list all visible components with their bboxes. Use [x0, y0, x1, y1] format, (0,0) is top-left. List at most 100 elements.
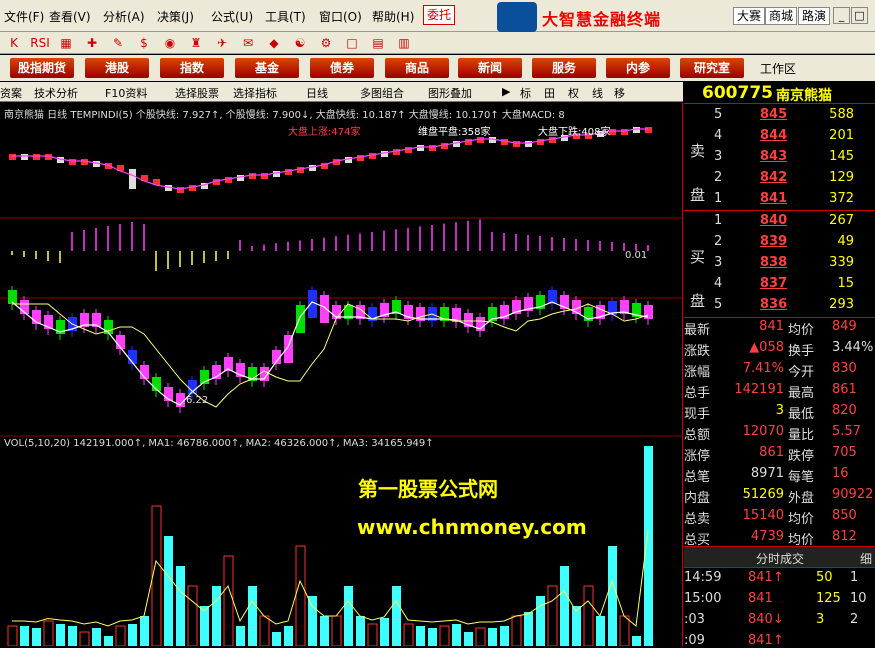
contest-button[interactable]: 大赛 — [733, 7, 766, 25]
workzone-label[interactable]: 工作区 — [760, 60, 796, 77]
toolbar-icon-1[interactable]: RSI — [30, 34, 50, 52]
toolbar-icon-4[interactable]: ✎ — [108, 34, 128, 52]
subbar-item-10[interactable]: 田 — [544, 85, 555, 101]
sellbook-level: 2 — [714, 170, 723, 185]
toolbar-icon-0[interactable]: K — [4, 34, 24, 52]
maximize-icon[interactable]: □ — [851, 7, 868, 24]
buybook-label-0: 买 — [690, 248, 706, 266]
volume-bar — [511, 615, 522, 646]
panel-separator — [684, 210, 875, 211]
tab-futures[interactable]: 股指期货 — [10, 58, 74, 78]
trade-button[interactable]: 委托 — [423, 5, 455, 25]
toolbar-icon-2[interactable]: ▦ — [56, 34, 76, 52]
subbar-item-3[interactable]: 选择股票 — [175, 85, 219, 101]
tab-commodity[interactable]: 商品 — [385, 58, 449, 78]
toolbar-icon-13[interactable]: □ — [342, 34, 362, 52]
tab-bond[interactable]: 债券 — [310, 58, 374, 78]
volume-bar — [356, 616, 365, 646]
top-candle — [237, 175, 244, 181]
stock-code: 600775 — [702, 83, 773, 103]
subbar-item-1[interactable]: 技术分析 — [34, 85, 78, 101]
top-candle — [453, 141, 460, 147]
stat-cell: 812 — [832, 529, 857, 544]
tab-news[interactable]: 新闻 — [458, 58, 522, 78]
subbar-item-6[interactable]: 多图组合 — [360, 85, 404, 101]
ticks-detail-tab[interactable]: 细 — [860, 550, 872, 567]
volume-bar — [464, 632, 473, 646]
subbar-item-0[interactable]: 资案 — [0, 85, 22, 101]
volume-ma — [12, 530, 649, 627]
subbar-item-7[interactable]: 图形叠加 — [428, 85, 472, 101]
tab-research[interactable]: 研究室 — [680, 58, 744, 78]
toolbar-icon-5[interactable]: $ — [134, 34, 154, 52]
menu-analysis[interactable]: 分析(A) — [103, 8, 145, 25]
main-ma-fast — [11, 301, 649, 406]
sellbook-price[interactable]: 844 — [760, 128, 787, 143]
menu-file[interactable]: 文件(F) — [4, 8, 44, 25]
subbar-item-12[interactable]: 线 — [592, 85, 603, 101]
minimize-icon[interactable]: _ — [833, 7, 850, 24]
toolbar-icon-9[interactable]: ✉ — [238, 34, 258, 52]
tab-hk[interactable]: 港股 — [85, 58, 149, 78]
toolbar-icon-15[interactable]: ▥ — [394, 34, 414, 52]
subbar-item-5[interactable]: 日线 — [306, 85, 328, 101]
toolbar-icon-3[interactable]: ✚ — [82, 34, 102, 52]
sellbook-price[interactable]: 845 — [760, 107, 787, 122]
sellbook-price[interactable]: 842 — [760, 170, 787, 185]
toolbar-icon-11[interactable]: ☯ — [290, 34, 310, 52]
top-candle — [357, 155, 364, 161]
menu-formula[interactable]: 公式(U) — [211, 8, 253, 25]
menu-decision[interactable]: 决策(J) — [157, 8, 194, 25]
sellbook-price[interactable]: 841 — [760, 191, 787, 206]
toolbar-icon-6[interactable]: ◉ — [160, 34, 180, 52]
buybook-price[interactable]: 839 — [760, 234, 787, 249]
buybook-price[interactable]: 837 — [760, 276, 787, 291]
roadshow-button[interactable]: 路演 — [798, 7, 831, 25]
mall-button[interactable]: 商城 — [765, 7, 798, 25]
toolbar-icon-10[interactable]: ◆ — [264, 34, 284, 52]
stat-cell: 总笔 — [684, 470, 711, 485]
tab-service[interactable]: 服务 — [532, 58, 596, 78]
tick-cell: 10 — [850, 591, 867, 606]
stat-cell: 5.57 — [832, 424, 861, 439]
subbar-item-9[interactable]: 标 — [520, 85, 531, 101]
menu-help[interactable]: 帮助(H) — [372, 8, 414, 25]
ticks-header[interactable]: 分时成交 — [756, 550, 804, 567]
buybook-price[interactable]: 840 — [760, 213, 787, 228]
buybook-level: 4 — [714, 276, 723, 291]
subbar-item-2[interactable]: F10资料 — [105, 85, 147, 101]
subbar-item-8[interactable]: ▶ — [502, 85, 510, 98]
subbar-item-4[interactable]: 选择指标 — [233, 85, 277, 101]
buybook-volume: 267 — [829, 213, 854, 228]
menu-tools[interactable]: 工具(T) — [265, 8, 306, 25]
kline-chart[interactable]: 南京熊猫 日线 TEMPINDI(5) 个股快线: 7.927↑, 个股慢线: … — [0, 103, 683, 646]
toolbar-icon-14[interactable]: ▤ — [368, 34, 388, 52]
subbar-item-13[interactable]: 移 — [614, 85, 625, 101]
volume-bar — [547, 585, 558, 646]
toolbar-icon-12[interactable]: ⚙ — [316, 34, 336, 52]
menu-window[interactable]: 窗口(O) — [319, 8, 362, 25]
sellbook-price[interactable]: 843 — [760, 149, 787, 164]
sellbook-volume: 145 — [829, 149, 854, 164]
tick-cell: 15:00 — [684, 591, 722, 606]
tab-insider[interactable]: 内参 — [606, 58, 670, 78]
volume-bar — [151, 505, 162, 646]
stat-cell: 均价 — [788, 323, 815, 338]
top-candle — [261, 173, 268, 179]
tick-cell: 841↑ — [748, 570, 784, 585]
buybook-price[interactable]: 836 — [760, 297, 787, 312]
watermark-title: 第一股票公式网 — [358, 477, 498, 501]
tab-index[interactable]: 指数 — [160, 58, 224, 78]
buybook-price[interactable]: 838 — [760, 255, 787, 270]
menu-view[interactable]: 查看(V) — [49, 8, 91, 25]
chart-subbar: 资案 技术分析 F10资料 选择股票 选择指标 日线 多图组合 图形叠加 ▶ 标田权线移 — [0, 82, 683, 102]
volume-bar — [380, 618, 389, 646]
stat-cell: 总额 — [684, 428, 711, 443]
subbar-item-11[interactable]: 权 — [568, 85, 579, 101]
volume-bar — [115, 625, 126, 646]
toolbar-icon-8[interactable]: ✈ — [212, 34, 232, 52]
toolbar-icon-7[interactable]: ♜ — [186, 34, 206, 52]
sellbook-volume: 588 — [829, 107, 854, 122]
tab-fund[interactable]: 基金 — [235, 58, 299, 78]
volume-bar — [68, 626, 77, 646]
